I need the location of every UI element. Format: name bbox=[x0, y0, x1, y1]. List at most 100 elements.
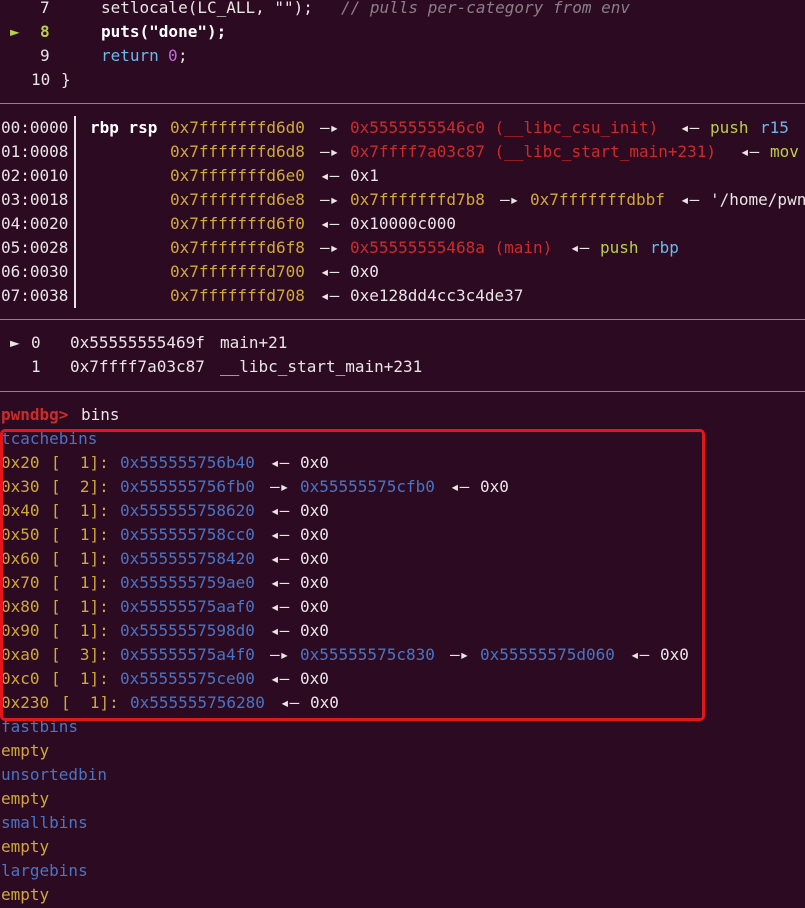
source-line: 7 setlocale(LC_ALL, ""); // pulls per-ca… bbox=[0, 0, 805, 20]
current-line-marker-icon: ► bbox=[10, 22, 20, 41]
source-punct: ; bbox=[178, 46, 188, 65]
arrow-icon: ◂— bbox=[740, 142, 760, 161]
stack-value: 0x10000c000 bbox=[350, 214, 456, 233]
stack-row: 06:0030 0x7fffffffd700 ◂— 0x0 bbox=[0, 260, 805, 284]
bin-value-row: empty bbox=[0, 835, 805, 859]
stack-address: 0x7fffffffd6f0 bbox=[170, 214, 305, 233]
stack-address: 0x7fffffffd6d8 bbox=[170, 142, 305, 161]
bin-empty-value: empty bbox=[1, 885, 50, 904]
source-code: puts("done"); bbox=[101, 22, 227, 41]
line-number: 8 bbox=[40, 22, 50, 41]
stack-address: 0x7fffffffd6f8 bbox=[170, 238, 305, 257]
stack-row: 01:0008 0x7fffffffd6d8 —▸ 0x7ffff7a03c87 (_… bbox=[0, 140, 805, 164]
source-keyword: return bbox=[101, 46, 159, 65]
frame-symbol: __libc_start_main+231 bbox=[220, 357, 423, 376]
line-number: 10 bbox=[31, 70, 51, 89]
bin-empty-value: empty bbox=[1, 789, 50, 808]
frame-marker-icon: ► bbox=[10, 333, 20, 352]
stack-address: 0x7fffffffd6d0 bbox=[170, 118, 305, 137]
bin-empty-value: empty bbox=[1, 837, 50, 856]
stack-row: 03:0018 0x7fffffffd6e8 —▸ 0x7fffffffd7b8 —▸ 0… bbox=[0, 188, 805, 212]
bin-title-row: unsortedbin bbox=[0, 763, 805, 787]
source-code: } bbox=[61, 70, 71, 89]
frame-index: 1 bbox=[31, 357, 41, 376]
bins-heading: unsortedbin bbox=[1, 765, 107, 784]
arrow-icon: ◂— bbox=[320, 166, 340, 185]
frame-address: 0x55555555469f bbox=[70, 333, 205, 352]
stack-offset: 03:0018 bbox=[1, 190, 69, 209]
backtrace-row: 1 0x7ffff7a03c87 __libc_start_main+231 bbox=[0, 355, 805, 379]
stack-row: 04:0020 0x7fffffffd6f0 ◂— 0x10000c000 bbox=[0, 212, 805, 236]
frame-symbol: main+21 bbox=[220, 333, 288, 352]
arrow-icon: ◂— bbox=[680, 118, 700, 137]
bin-value-row: empty bbox=[0, 739, 805, 763]
bin-value-row: empty bbox=[0, 883, 805, 907]
arrow-icon: —▸ bbox=[320, 118, 340, 137]
stack-offset: 07:0038 bbox=[1, 286, 69, 305]
stack-offset: 06:0030 bbox=[1, 262, 69, 281]
bin-value-row: empty bbox=[0, 787, 805, 811]
stack-address: 0x7fffffffd708 bbox=[170, 286, 305, 305]
stack-offset: 00:0000 bbox=[1, 118, 69, 137]
arrow-icon: ◂— bbox=[570, 238, 590, 257]
arrow-icon: ◂— bbox=[320, 262, 340, 281]
stack-value: 0xe128dd4cc3c4de37 bbox=[350, 286, 524, 305]
source-line: 9 return 0 ; bbox=[0, 44, 805, 68]
backtrace-row: ► 0 0x55555555469f main+21 bbox=[0, 331, 805, 355]
stack-row: 02:0010 0x7fffffffd6e0 ◂— 0x1 bbox=[0, 164, 805, 188]
stack-value: 0x1 bbox=[350, 166, 379, 185]
arrow-icon: ◂— bbox=[320, 286, 340, 305]
bin-empty-value: empty bbox=[1, 741, 50, 760]
source-value: 0 bbox=[168, 46, 178, 65]
frame-address: 0x7ffff7a03c87 bbox=[70, 357, 205, 376]
section-separator bbox=[0, 391, 805, 392]
arrow-icon: ◂— bbox=[320, 214, 340, 233]
stack-offset: 01:0008 bbox=[1, 142, 69, 161]
stack-row: 05:0028 0x7fffffffd6f8 —▸ 0x55555555468a (m… bbox=[0, 236, 805, 260]
stack-value: 0x7ffff7a03c87 (__libc_start_main+231) bbox=[350, 142, 717, 161]
stack-registers: rbp rsp bbox=[90, 118, 158, 137]
line-number: 7 bbox=[40, 0, 50, 17]
stack-offset: 04:0020 bbox=[1, 214, 69, 233]
arrow-icon: ◂— bbox=[680, 190, 700, 209]
section-separator bbox=[0, 319, 805, 320]
arrow-icon: —▸ bbox=[320, 142, 340, 161]
bin-title-row: smallbins bbox=[0, 811, 805, 835]
stack-value: 0x55555555468a (main) bbox=[350, 238, 553, 257]
instruction-operand: rbp bbox=[650, 238, 679, 257]
stack-address: 0x7fffffffd6e0 bbox=[170, 166, 305, 185]
instruction-mnemonic: mov bbox=[770, 142, 799, 161]
bins-heading: smallbins bbox=[1, 813, 88, 832]
source-code: setlocale(LC_ALL, ""); bbox=[101, 0, 313, 17]
frame-index: 0 bbox=[31, 333, 41, 352]
command-line[interactable]: pwndbg> bins bbox=[0, 403, 805, 427]
arrow-icon: —▸ bbox=[500, 190, 520, 209]
source-comment: // pulls per-category from env bbox=[341, 0, 630, 17]
instruction-mnemonic: push bbox=[600, 238, 639, 257]
stack-address: 0x7fffffffd700 bbox=[170, 262, 305, 281]
stack-row: 07:0038 0x7fffffffd708 ◂— 0xe128dd4cc3c4de3… bbox=[0, 284, 805, 308]
stack-value: 0x7fffffffd7b8 bbox=[350, 190, 485, 209]
stack-string: '/home/pwn bbox=[710, 190, 805, 209]
stack-address: 0x7fffffffd6e8 bbox=[170, 190, 305, 209]
bins-heading: largebins bbox=[1, 861, 88, 880]
source-line: 10 } bbox=[0, 68, 805, 92]
section-separator bbox=[0, 103, 805, 104]
line-number: 9 bbox=[40, 46, 50, 65]
instruction-operand: r15 bbox=[760, 118, 789, 137]
instruction-mnemonic: push bbox=[710, 118, 749, 137]
stack-offset: 02:0010 bbox=[1, 166, 69, 185]
stack-value: 0x5555555546c0 (__libc_csu_init) bbox=[350, 118, 659, 137]
stack-offset: 05:0028 bbox=[1, 238, 69, 257]
stack-value: 0x7fffffffdbbf bbox=[530, 190, 665, 209]
arrow-icon: —▸ bbox=[320, 190, 340, 209]
arrow-icon: —▸ bbox=[320, 238, 340, 257]
stack-value: 0x0 bbox=[350, 262, 379, 281]
terminal-window[interactable]: 7 setlocale(LC_ALL, ""); // pulls per-ca… bbox=[0, 0, 805, 908]
stack-row: 00:0000 rbp rsp 0x7fffffffd6d0 —▸ 0x55555555… bbox=[0, 116, 805, 140]
prompt-label: pwndbg> bbox=[1, 405, 69, 424]
highlight-box bbox=[0, 429, 705, 721]
source-line-current: ► 8 puts("done"); bbox=[0, 20, 805, 44]
command-input[interactable]: bins bbox=[81, 403, 120, 427]
bin-title-row: largebins bbox=[0, 859, 805, 883]
